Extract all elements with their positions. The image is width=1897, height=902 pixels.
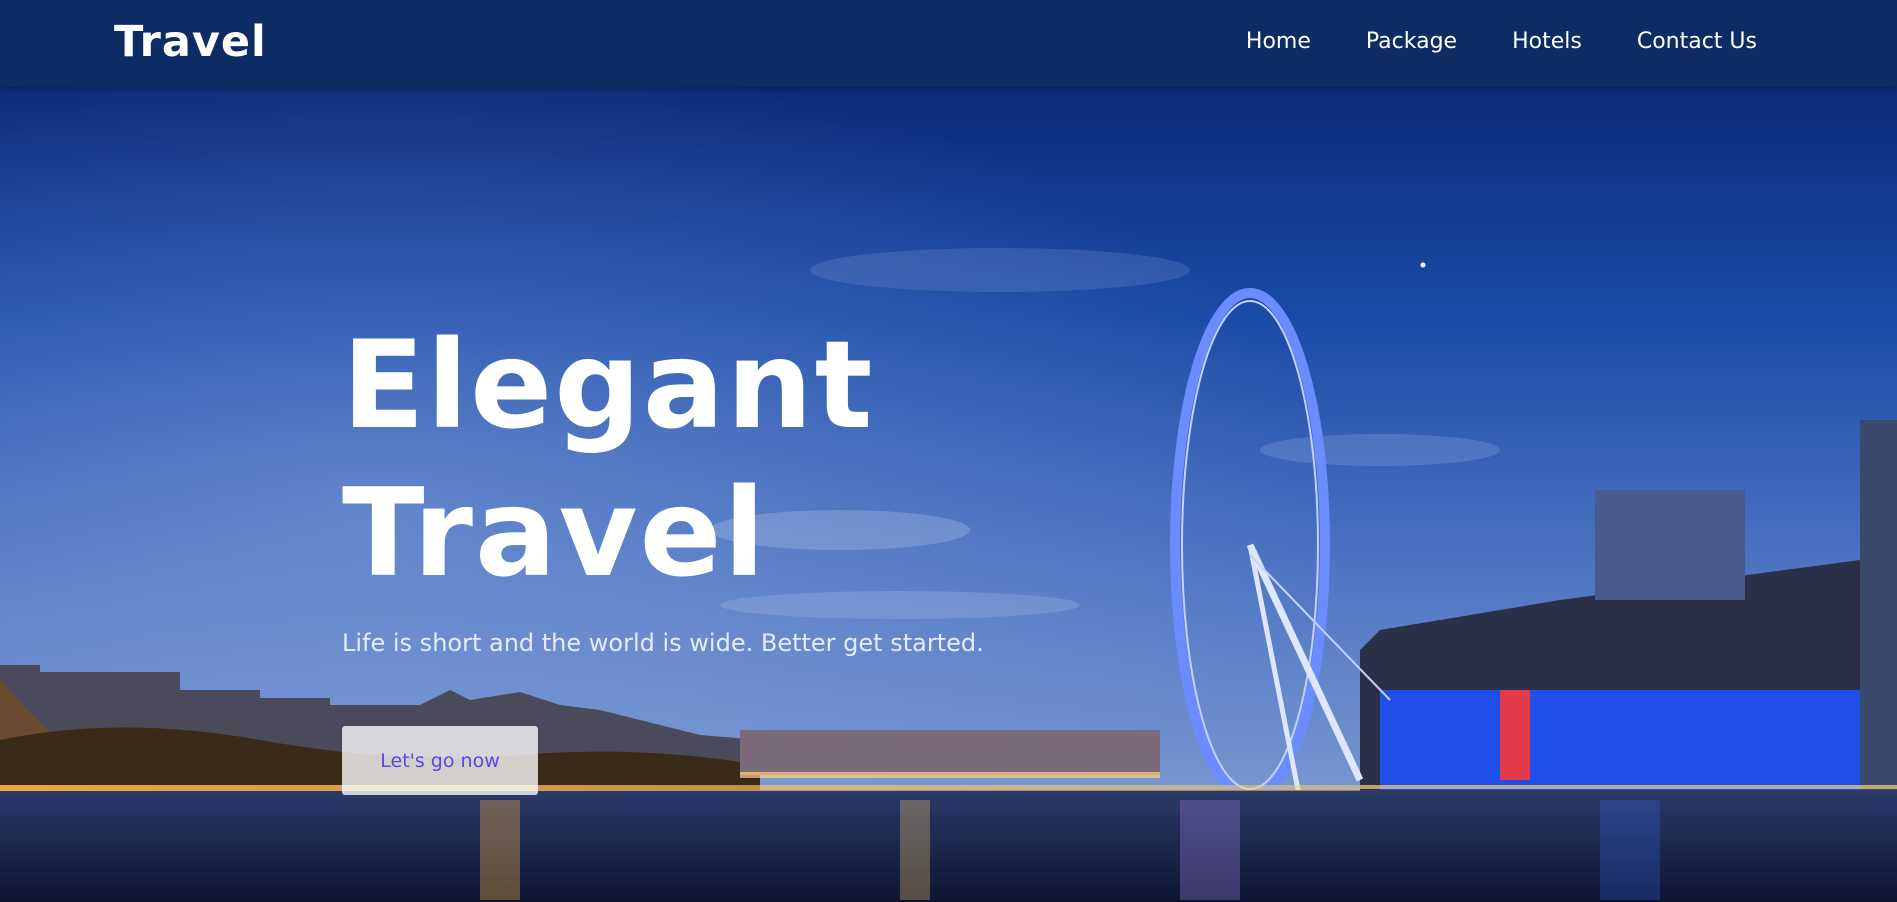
main-navigation: Home Package Hotels Contact Us xyxy=(1246,26,1757,58)
lets-go-now-button[interactable]: Let's go now xyxy=(342,726,538,795)
hero-subtitle: Life is short and the world is wide. Bet… xyxy=(342,629,984,657)
hero-title: Elegant Travel xyxy=(342,312,984,608)
nav-link-home[interactable]: Home xyxy=(1246,26,1311,58)
hero-title-line-1: Elegant xyxy=(342,315,875,456)
nav-link-contact-us[interactable]: Contact Us xyxy=(1637,26,1757,58)
site-logo[interactable]: Travel xyxy=(114,14,267,70)
nav-link-package[interactable]: Package xyxy=(1366,26,1457,58)
navbar: Travel Home Package Hotels Contact Us xyxy=(0,0,1897,87)
hero-section: Elegant Travel Life is short and the wor… xyxy=(342,312,984,660)
hero-title-line-2: Travel xyxy=(342,463,767,604)
nav-link-hotels[interactable]: Hotels xyxy=(1512,26,1582,58)
